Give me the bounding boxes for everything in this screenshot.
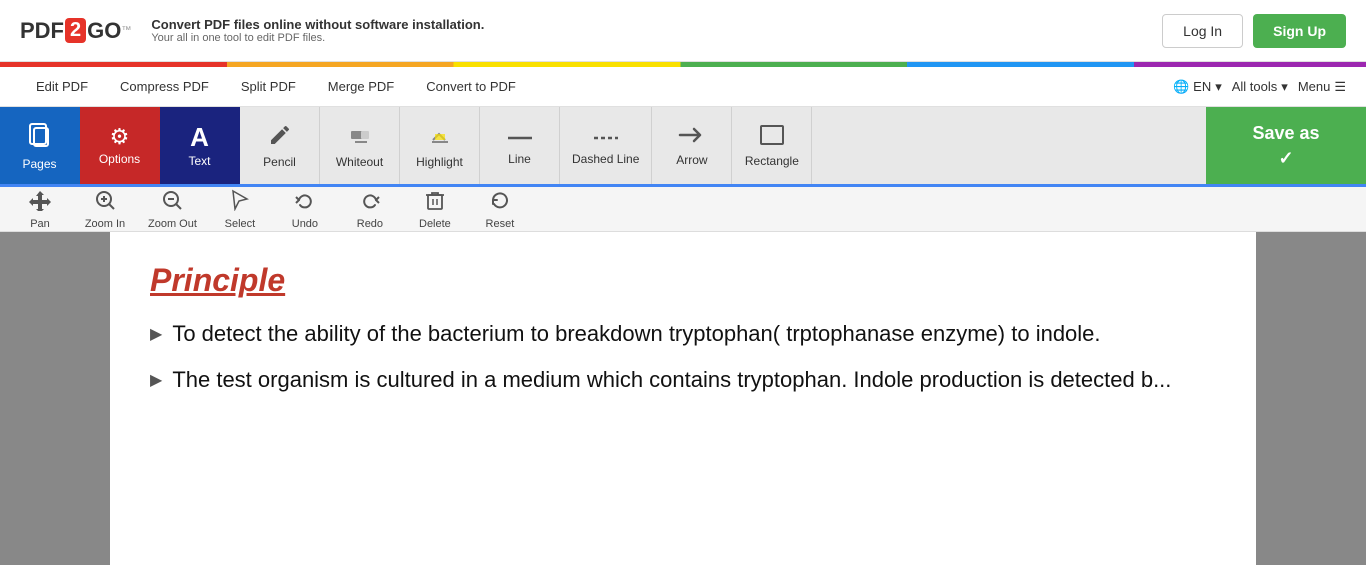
tagline-sub: Your all in one tool to edit PDF files. [151, 32, 1162, 44]
login-button[interactable]: Log In [1162, 14, 1243, 48]
select-icon [229, 189, 251, 216]
content-area: Principle To detect the ability of the b… [0, 232, 1366, 565]
hamburger-icon: ☰ [1334, 79, 1346, 95]
nav-all-tools-label: All tools [1232, 79, 1278, 94]
toolbar2: Pan Zoom In Zoom Out Select Undo Redo [0, 187, 1366, 232]
text-icon: A [190, 124, 209, 150]
globe-icon: 🌐 [1173, 79, 1189, 95]
pages-tool[interactable]: Pages [0, 107, 80, 184]
line-icon [506, 126, 534, 148]
header: PDF 2 GO ™ Convert PDF files online with… [0, 0, 1366, 62]
logo: PDF 2 GO ™ [20, 18, 131, 44]
dashed-line-icon [592, 126, 620, 148]
tagline-main: Convert PDF files online without softwar… [151, 17, 1162, 32]
whiteout-label: Whiteout [336, 155, 383, 169]
nav-language[interactable]: 🌐 EN ▾ [1173, 79, 1222, 95]
pdf-list: To detect the ability of the bacterium t… [150, 319, 1216, 396]
undo-label: Undo [292, 218, 318, 230]
line-label: Line [508, 152, 531, 166]
zoom-in-icon [94, 189, 116, 216]
delete-tool[interactable]: Delete [405, 185, 465, 234]
logo-tm: ™ [121, 25, 131, 36]
redo-icon [359, 189, 381, 216]
toolbar-wrapper: Pages ⚙ Options A Text Pencil [0, 107, 1366, 187]
tagline: Convert PDF files online without softwar… [151, 17, 1162, 44]
whiteout-tool[interactable]: Whiteout [320, 107, 400, 184]
undo-tool[interactable]: Undo [275, 185, 335, 234]
checkmark-icon: ✓ [1278, 148, 1293, 169]
pages-icon [26, 121, 54, 153]
pan-tool[interactable]: Pan [10, 185, 70, 234]
rectangle-icon [759, 124, 785, 150]
nav-menu[interactable]: Menu ☰ [1298, 79, 1346, 95]
reset-tool[interactable]: Reset [470, 185, 530, 234]
highlight-label: Highlight [416, 155, 463, 169]
arrow-tool[interactable]: Arrow [652, 107, 732, 184]
reset-icon [489, 189, 511, 216]
highlight-icon [428, 123, 452, 151]
toolbar: Pages ⚙ Options A Text Pencil [0, 107, 1366, 187]
dashed-line-tool[interactable]: Dashed Line [560, 107, 652, 184]
rectangle-tool[interactable]: Rectangle [732, 107, 812, 184]
logo-pdf: PDF [20, 18, 64, 44]
nav-language-label: EN [1193, 79, 1211, 94]
nav-split-pdf[interactable]: Split PDF [225, 67, 312, 107]
nav-compress-pdf[interactable]: Compress PDF [104, 67, 225, 107]
nav-merge-pdf[interactable]: Merge PDF [312, 67, 410, 107]
whiteout-icon [348, 123, 372, 151]
save-as-button[interactable]: Save as ✓ [1206, 107, 1366, 184]
dashed-line-label: Dashed Line [572, 152, 639, 166]
delete-icon [424, 189, 446, 216]
zoom-in-tool[interactable]: Zoom In [75, 185, 135, 234]
chevron-down-icon: ▾ [1215, 79, 1222, 95]
pencil-icon [268, 123, 292, 151]
nav-all-tools[interactable]: All tools ▾ [1232, 79, 1288, 95]
options-label: Options [99, 152, 140, 166]
left-gutter [0, 232, 110, 565]
highlight-tool[interactable]: Highlight [400, 107, 480, 184]
nav-edit-pdf[interactable]: Edit PDF [20, 67, 104, 107]
pdf-content: Principle To detect the ability of the b… [110, 232, 1256, 565]
options-tool[interactable]: ⚙ Options [80, 107, 160, 184]
zoom-out-label: Zoom Out [148, 218, 197, 230]
pdf-heading: Principle [150, 262, 1216, 299]
nav-bar: Edit PDF Compress PDF Split PDF Merge PD… [0, 67, 1366, 107]
zoom-in-label: Zoom In [85, 218, 125, 230]
select-label: Select [225, 218, 256, 230]
pan-icon [29, 189, 51, 216]
save-as-label: Save as [1252, 123, 1319, 144]
logo-go: GO [87, 18, 121, 44]
logo-2-box: 2 [65, 18, 86, 43]
nav-menu-label: Menu [1298, 79, 1331, 94]
arrow-icon [678, 125, 706, 149]
list-item-text-0: To detect the ability of the bacterium t… [172, 319, 1100, 350]
chevron-down-icon-2: ▾ [1281, 79, 1288, 95]
pencil-label: Pencil [263, 155, 296, 169]
delete-label: Delete [419, 218, 451, 230]
redo-tool[interactable]: Redo [340, 185, 400, 234]
options-icon: ⚙ [110, 126, 130, 148]
line-tool[interactable]: Line [480, 107, 560, 184]
pages-label: Pages [22, 157, 56, 171]
text-label: Text [188, 154, 210, 168]
pencil-tool[interactable]: Pencil [240, 107, 320, 184]
signup-button[interactable]: Sign Up [1253, 14, 1346, 48]
zoom-out-tool[interactable]: Zoom Out [140, 185, 205, 234]
select-tool[interactable]: Select [210, 185, 270, 234]
nav-right: 🌐 EN ▾ All tools ▾ Menu ☰ [1173, 79, 1346, 95]
pan-label: Pan [30, 218, 50, 230]
text-tool[interactable]: A Text [160, 107, 240, 184]
undo-icon [294, 189, 316, 216]
zoom-out-icon [161, 189, 183, 216]
reset-label: Reset [486, 218, 515, 230]
list-item-text-1: The test organism is cultured in a mediu… [172, 365, 1171, 396]
list-item: The test organism is cultured in a mediu… [150, 365, 1216, 396]
arrow-label: Arrow [676, 153, 707, 167]
list-item: To detect the ability of the bacterium t… [150, 319, 1216, 350]
rectangle-label: Rectangle [745, 154, 799, 168]
nav-convert-to-pdf[interactable]: Convert to PDF [410, 67, 532, 107]
redo-label: Redo [357, 218, 383, 230]
right-gutter [1256, 232, 1366, 565]
header-buttons: Log In Sign Up [1162, 14, 1346, 48]
